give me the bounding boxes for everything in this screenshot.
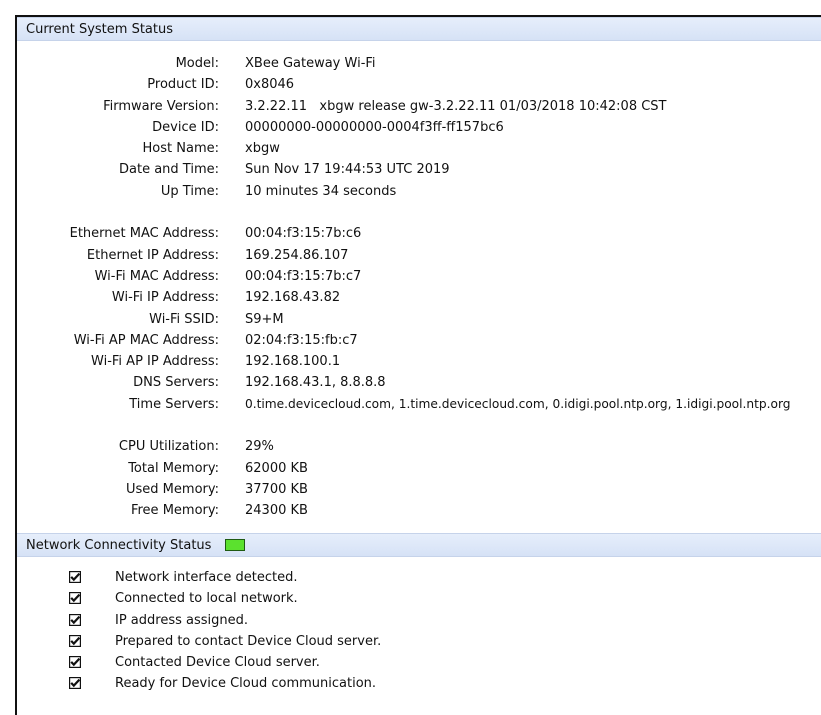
status-label: Used Memory:	[126, 481, 219, 497]
status-label: Free Memory:	[130, 503, 219, 519]
checklist-label: Network interface detected.	[115, 570, 298, 585]
checklist-label: IP address assigned.	[115, 612, 249, 628]
status-label: Model:	[175, 56, 219, 71]
status-row-wifi-ap-ip: Wi-Fi AP IP Address: 192.168.100.1	[17, 351, 821, 372]
status-row-used-memory: Used Memory: 37700 KB	[17, 479, 821, 500]
checkbox-checked-icon	[69, 613, 81, 626]
status-value: 3.2.22.11 xbgw release gw-3.2.22.11 01/0…	[245, 98, 667, 114]
status-row-cpu-utilization: CPU Utilization: 29%	[17, 436, 821, 457]
status-row-firmware-version: Firmware Version: 3.2.22.11 xbgw release …	[17, 96, 821, 117]
status-value: 37700 KB	[245, 481, 308, 497]
status-label: Host Name:	[142, 141, 219, 157]
status-row-product-id: Product ID: 0x8046	[17, 74, 821, 95]
status-label: Time Servers:	[129, 396, 219, 412]
current-system-status-title: Current System Status	[26, 21, 173, 37]
status-label: Wi-Fi MAC Address:	[94, 268, 219, 284]
status-label: Wi-Fi SSID:	[149, 311, 219, 327]
status-page: Current System Status Model: XBee Gateway…	[15, 15, 821, 715]
status-value: 192.168.43.82	[245, 290, 341, 306]
status-label: Wi-Fi AP IP Address:	[91, 354, 219, 370]
status-label: Product ID:	[147, 77, 219, 93]
status-row-wifi-mac: Wi-Fi MAC Address: 00:04:f3:15:7b:c7	[17, 266, 821, 287]
status-label: Wi-Fi AP MAC Address:	[73, 332, 219, 348]
status-row-wifi-ssid: Wi-Fi SSID: S9+M	[17, 309, 821, 330]
status-row-date-time: Date and Time: Sun Nov 17 19:44:53 UTC 20…	[17, 159, 821, 180]
checklist-item-network-interface: Network interface detected.	[17, 567, 821, 588]
status-value: 0x8046	[245, 77, 295, 93]
status-value: 02:04:f3:15:fb:c7	[245, 332, 358, 348]
status-row-ethernet-mac: Ethernet MAC Address: 00:04:f3:15:7b:c6	[17, 223, 821, 244]
checklist-label: Connected to local network.	[115, 591, 298, 607]
status-value: 00:04:f3:15:7b:c7	[245, 268, 362, 284]
status-label: CPU Utilization:	[118, 439, 219, 455]
status-label: Date and Time:	[119, 162, 219, 178]
status-value: 62000 KB	[245, 460, 308, 476]
status-value: 192.168.43.1, 8.8.8.8	[245, 375, 386, 391]
status-value: 29%	[245, 439, 274, 455]
status-value: 0.time.devicecloud.com, 1.time.deviceclo…	[245, 396, 791, 411]
checkbox-checked-icon	[69, 656, 81, 669]
status-value: 00:04:f3:15:7b:c6	[245, 226, 362, 242]
status-row-ethernet-ip: Ethernet IP Address: 169.254.86.107	[17, 245, 821, 266]
status-value: 00000000-00000000-0004f3ff-ff157bc6	[245, 119, 504, 135]
current-system-status-header: Current System Status	[17, 17, 821, 41]
checkbox-checked-icon	[69, 634, 81, 647]
status-label: DNS Servers:	[133, 375, 219, 391]
network-connectivity-status-header: Network Connectivity Status	[17, 533, 821, 557]
status-label: Device ID:	[152, 119, 219, 135]
status-value: Sun Nov 17 19:44:53 UTC 2019	[245, 162, 450, 178]
status-row-wifi-ip: Wi-Fi IP Address: 192.168.43.82	[17, 287, 821, 308]
status-value: 192.168.100.1	[245, 354, 341, 370]
status-label: Total Memory:	[128, 460, 219, 476]
checklist-item-local-network: Connected to local network.	[17, 588, 821, 609]
checklist-label: Ready for Device Cloud communication.	[115, 676, 377, 692]
status-label: Ethernet IP Address:	[86, 247, 219, 263]
status-row-host-name: Host Name: xbgw	[17, 138, 821, 159]
connectivity-checklist: Network interface detected. Connected to…	[17, 567, 821, 695]
status-label: Up Time:	[160, 183, 219, 199]
status-row-device-id: Device ID: 00000000-00000000-0004f3ff-ff1…	[17, 117, 821, 138]
checkbox-checked-icon	[69, 677, 81, 690]
checklist-item-prepared-contact: Prepared to contact Device Cloud server.	[17, 631, 821, 652]
status-value: 24300 KB	[245, 503, 308, 519]
status-row-model: Model: XBee Gateway Wi-Fi	[17, 53, 821, 74]
checklist-label: Contacted Device Cloud server.	[115, 655, 320, 671]
status-indicator-icon	[225, 539, 246, 551]
status-row-free-memory: Free Memory: 24300 KB	[17, 500, 821, 521]
status-value: XBee Gateway Wi-Fi	[245, 56, 376, 71]
status-label: Ethernet MAC Address:	[69, 226, 219, 242]
status-value: 169.254.86.107	[245, 247, 349, 263]
status-row-up-time: Up Time: 10 minutes 34 seconds	[17, 181, 821, 202]
status-row-wifi-ap-mac: Wi-Fi AP MAC Address: 02:04:f3:15:fb:c7	[17, 330, 821, 351]
status-label: Firmware Version:	[103, 98, 219, 114]
system-status-table: Model: XBee Gateway Wi-Fi Product ID: 0x80…	[17, 53, 821, 522]
checklist-label: Prepared to contact Device Cloud server.	[115, 633, 382, 649]
status-row-time-servers: Time Servers: 0.time.devicecloud.com, 1.t…	[17, 394, 821, 415]
status-value: S9+M	[245, 311, 284, 327]
status-row-dns-servers: DNS Servers: 192.168.43.1, 8.8.8.8	[17, 372, 821, 393]
status-value: xbgw	[245, 141, 280, 157]
status-row-total-memory: Total Memory: 62000 KB	[17, 458, 821, 479]
checkbox-checked-icon	[69, 571, 81, 583]
checklist-item-ready-communication: Ready for Device Cloud communication.	[17, 673, 821, 694]
checkbox-checked-icon	[69, 592, 81, 605]
checklist-item-contacted-server: Contacted Device Cloud server.	[17, 652, 821, 673]
status-value: 10 minutes 34 seconds	[245, 183, 397, 199]
checklist-item-ip-assigned: IP address assigned.	[17, 610, 821, 631]
status-label: Wi-Fi IP Address:	[111, 290, 219, 306]
network-connectivity-status-title: Network Connectivity Status	[26, 537, 212, 553]
